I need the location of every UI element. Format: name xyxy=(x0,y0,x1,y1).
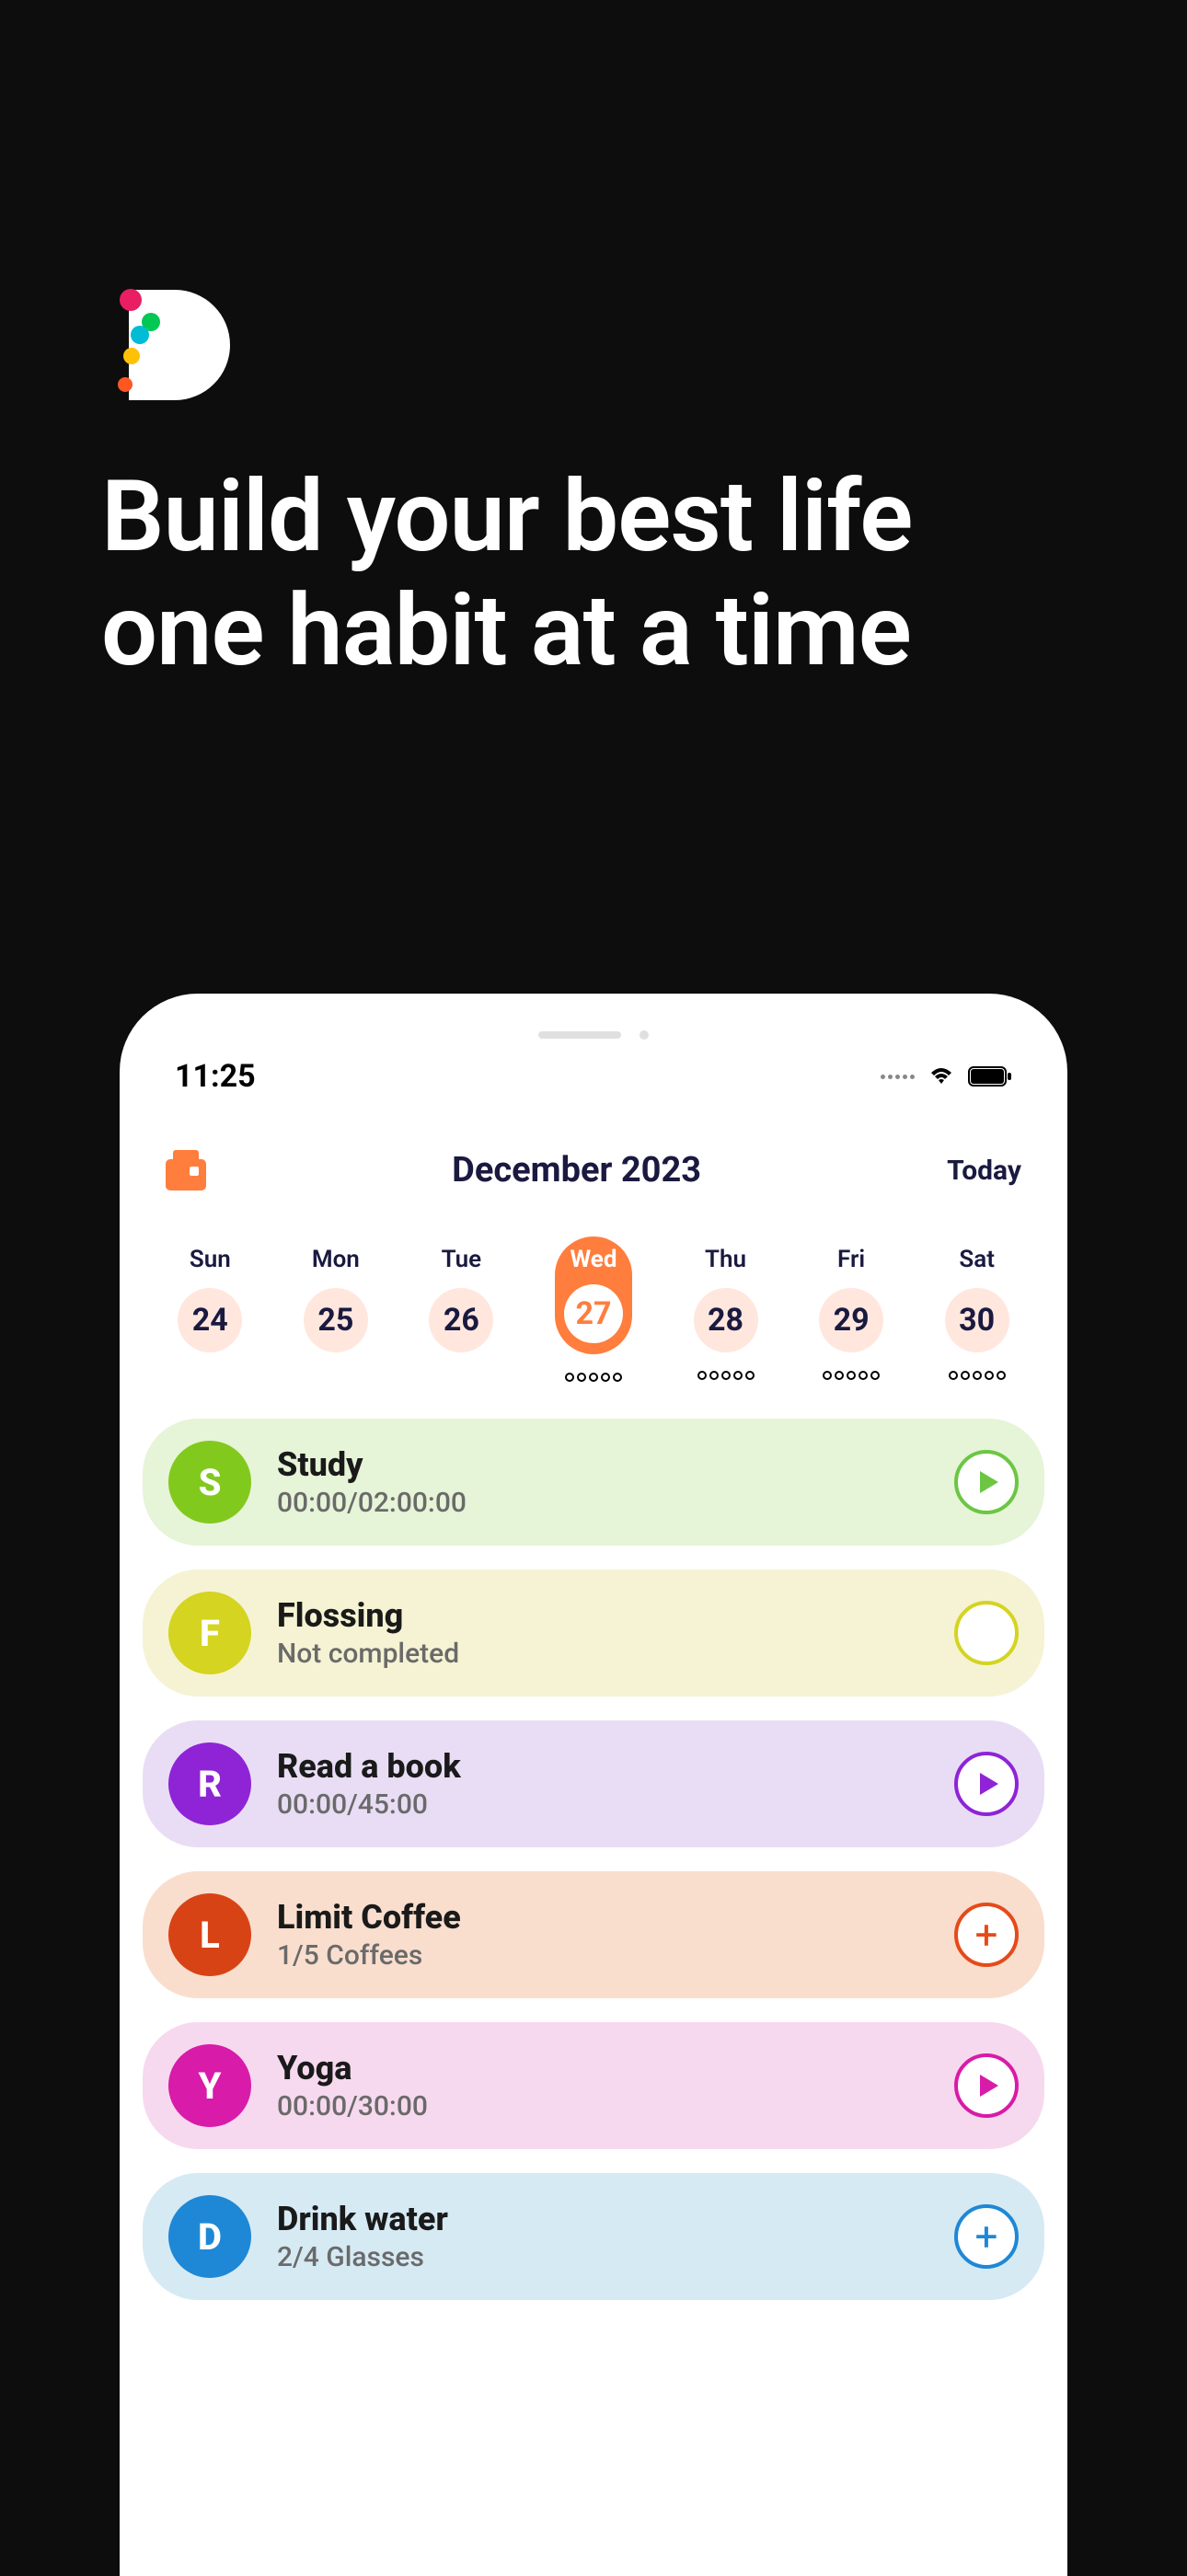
habit-info: Read a book 00:00/45:00 xyxy=(277,1747,954,1821)
day-number: 30 xyxy=(945,1288,1009,1352)
habit-action-button[interactable] xyxy=(954,2053,1019,2118)
hero-title: Build your best life one habit at a time xyxy=(101,460,912,688)
habit-read[interactable]: R Read a book 00:00/45:00 xyxy=(143,1720,1044,1847)
habit-action-button[interactable] xyxy=(954,1601,1019,1665)
status-bar: 11:25 xyxy=(120,994,1067,1095)
day-sun[interactable]: Sun 24 xyxy=(178,1246,242,1382)
habit-avatar: L xyxy=(168,1893,251,1976)
habit-title: Limit Coffee xyxy=(277,1898,954,1938)
habit-avatar: F xyxy=(168,1592,251,1674)
plus-icon: + xyxy=(975,1915,998,1955)
play-icon xyxy=(980,1471,998,1493)
status-icons xyxy=(881,1065,1012,1087)
habit-yoga[interactable]: Y Yoga 00:00/30:00 xyxy=(143,2022,1044,2149)
day-thu[interactable]: Thu 28 xyxy=(694,1246,758,1382)
battery-icon xyxy=(968,1065,1012,1087)
day-mon[interactable]: Mon 25 xyxy=(304,1246,368,1382)
habit-action-button[interactable] xyxy=(954,1450,1019,1514)
day-indicators xyxy=(823,1371,880,1380)
habits-list: S Study 00:00/02:00:00 F Flossing Not co… xyxy=(120,1419,1067,2300)
phone-notch xyxy=(538,1030,649,1040)
day-indicators xyxy=(565,1373,622,1382)
day-name: Wed xyxy=(570,1246,617,1273)
day-number: 29 xyxy=(819,1288,883,1352)
play-icon xyxy=(980,2075,998,2097)
habit-title: Yoga xyxy=(277,2049,954,2088)
day-indicators xyxy=(697,1371,755,1380)
day-number: 25 xyxy=(304,1288,368,1352)
day-number: 24 xyxy=(178,1288,242,1352)
app-logo xyxy=(110,285,230,405)
habit-title: Read a book xyxy=(277,1747,954,1787)
habit-floss[interactable]: F Flossing Not completed xyxy=(143,1570,1044,1696)
cellular-icon xyxy=(881,1075,915,1079)
habit-subtitle: 2/4 Glasses xyxy=(277,2241,954,2273)
habit-avatar: Y xyxy=(168,2044,251,2127)
habit-info: Yoga 00:00/30:00 xyxy=(277,2049,954,2122)
habit-avatar: R xyxy=(168,1742,251,1825)
day-name: Fri xyxy=(837,1246,865,1273)
day-name: Sun xyxy=(190,1246,231,1273)
day-name: Mon xyxy=(312,1246,360,1273)
status-time: 11:25 xyxy=(175,1058,256,1095)
habit-subtitle: Not completed xyxy=(277,1638,954,1670)
habit-action-button[interactable]: + xyxy=(954,1903,1019,1967)
habit-subtitle: 00:00/30:00 xyxy=(277,2090,954,2122)
day-sat[interactable]: Sat 30 xyxy=(945,1246,1009,1382)
habit-info: Study 00:00/02:00:00 xyxy=(277,1445,954,1519)
day-indicators xyxy=(949,1371,1006,1380)
calendar-icon[interactable] xyxy=(166,1150,206,1190)
day-name: Thu xyxy=(705,1246,746,1273)
day-wed[interactable]: Wed 27 xyxy=(555,1246,632,1382)
habit-title: Study xyxy=(277,1445,954,1485)
day-number: 28 xyxy=(694,1288,758,1352)
habit-info: Flossing Not completed xyxy=(277,1596,954,1670)
phone-frame: 11:25 December 2023 Today Sun 24 Mon 25 … xyxy=(120,994,1067,2576)
habit-avatar: D xyxy=(168,2195,251,2278)
habit-water[interactable]: D Drink water 2/4 Glasses + xyxy=(143,2173,1044,2300)
habit-action-button[interactable] xyxy=(954,1752,1019,1816)
header: December 2023 Today xyxy=(120,1095,1067,1218)
day-name: Sat xyxy=(959,1246,995,1273)
plus-icon: + xyxy=(975,2216,998,2257)
habit-subtitle: 00:00/45:00 xyxy=(277,1788,954,1821)
month-title: December 2023 xyxy=(452,1150,701,1190)
habit-title: Flossing xyxy=(277,1596,954,1636)
week-strip: Sun 24 Mon 25 Tue 26 Wed 27 Thu 28 Fri 2… xyxy=(120,1218,1067,1419)
habit-info: Limit Coffee 1/5 Coffees xyxy=(277,1898,954,1972)
day-number: 27 xyxy=(564,1284,623,1343)
habit-coffee[interactable]: L Limit Coffee 1/5 Coffees + xyxy=(143,1871,1044,1998)
habit-action-button[interactable]: + xyxy=(954,2204,1019,2269)
habit-study[interactable]: S Study 00:00/02:00:00 xyxy=(143,1419,1044,1546)
habit-subtitle: 00:00/02:00:00 xyxy=(277,1487,954,1519)
day-name: Tue xyxy=(442,1246,481,1273)
today-button[interactable]: Today xyxy=(947,1155,1021,1187)
day-tue[interactable]: Tue 26 xyxy=(429,1246,493,1382)
habit-title: Drink water xyxy=(277,2200,954,2239)
day-number: 26 xyxy=(429,1288,493,1352)
habit-info: Drink water 2/4 Glasses xyxy=(277,2200,954,2273)
day-fri[interactable]: Fri 29 xyxy=(819,1246,883,1382)
habit-avatar: S xyxy=(168,1441,251,1524)
play-icon xyxy=(980,1773,998,1795)
wifi-icon xyxy=(928,1065,955,1087)
habit-subtitle: 1/5 Coffees xyxy=(277,1939,954,1972)
